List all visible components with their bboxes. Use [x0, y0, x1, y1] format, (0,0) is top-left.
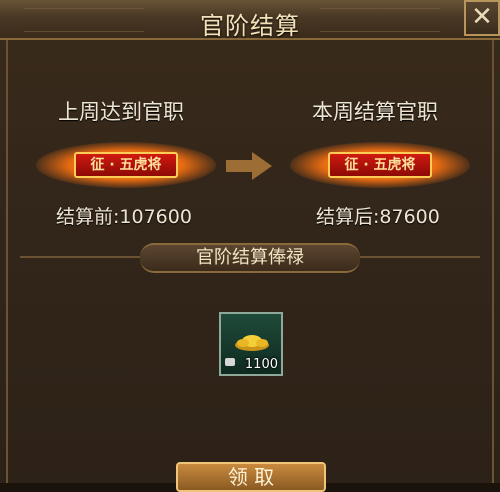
- last-week-rank-badge: 征 · 五虎将: [36, 142, 216, 188]
- this-week-rank-text: 征 · 五虎将: [344, 157, 416, 173]
- close-icon: ✕: [471, 2, 493, 32]
- divider-left: [20, 256, 140, 258]
- this-week-label: 本周结算官职: [312, 100, 438, 124]
- reward-quantity: 1100: [244, 357, 278, 372]
- settlement-panel: 官阶结算 ✕ 上周达到官职 征 · 五虎将 结算前:107600 本周结算官职 …: [0, 0, 500, 492]
- close-button[interactable]: ✕: [464, 0, 500, 36]
- divider-right: [360, 256, 480, 258]
- last-week-label: 上周达到官职: [58, 100, 184, 124]
- after-settlement-stat: 结算后:87600: [316, 206, 440, 228]
- reward-section-header: 官阶结算俸禄: [140, 243, 360, 273]
- rank-plate: 征 · 五虎将: [74, 152, 178, 178]
- rank-plate: 征 · 五虎将: [328, 152, 432, 178]
- this-week-rank-badge: 征 · 五虎将: [290, 142, 470, 188]
- claim-button-label: 领 取: [227, 465, 275, 489]
- gold-ingot-icon: [235, 335, 269, 351]
- reward-item-slot[interactable]: 1100: [219, 312, 283, 376]
- item-tag-icon: [225, 358, 235, 366]
- last-week-rank-text: 征 · 五虎将: [90, 157, 162, 173]
- before-settlement-stat: 结算前:107600: [56, 206, 192, 228]
- title-bar: 官阶结算: [0, 0, 500, 40]
- page-title: 官阶结算: [200, 12, 300, 40]
- reward-section-title: 官阶结算俸禄: [196, 247, 304, 268]
- claim-button[interactable]: 领 取: [176, 462, 326, 492]
- arrow-right-icon: [226, 152, 272, 180]
